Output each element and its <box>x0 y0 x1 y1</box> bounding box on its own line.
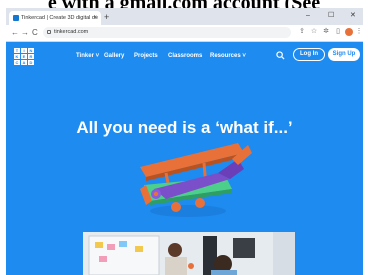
url-input[interactable]: tinkercad.com <box>43 27 291 38</box>
minimize-button[interactable]: – <box>306 10 310 22</box>
logo-letter: T <box>14 48 20 53</box>
bookmark-icon[interactable]: ☆ <box>310 28 318 36</box>
profile-avatar[interactable] <box>345 28 353 36</box>
browser-window: Tinkercad | Create 3D digital de × + – ☐… <box>6 8 363 275</box>
logo-letter: I <box>21 48 27 53</box>
nav-projects[interactable]: Projects <box>134 53 158 59</box>
logo-letter: A <box>21 60 27 65</box>
toy-airplane-illustration <box>140 143 252 217</box>
search-icon[interactable] <box>276 51 285 60</box>
nav-classrooms[interactable]: Classrooms <box>168 53 202 59</box>
extensions-icon[interactable]: ✲ <box>322 28 330 36</box>
close-tab-icon[interactable]: × <box>93 11 97 25</box>
sidebar-icon[interactable]: ▯ <box>334 28 342 36</box>
signup-button[interactable]: Sign Up <box>328 48 360 61</box>
tab-bar: Tinkercad | Create 3D digital de × + – ☐… <box>6 8 363 25</box>
favicon-icon <box>13 15 19 21</box>
url-text: tinkercad.com <box>54 29 89 35</box>
logo-letter: D <box>28 60 34 65</box>
classroom-photo <box>83 232 295 275</box>
nav-tinker[interactable]: Tinker ˅ <box>76 53 99 59</box>
reload-button[interactable]: C <box>32 27 38 39</box>
address-bar-row: ← → C tinkercad.com ⇪ ☆ ✲ ▯ ⋮ <box>6 25 363 42</box>
maximize-button[interactable]: ☐ <box>328 10 334 22</box>
menu-icon[interactable]: ⋮ <box>355 28 363 36</box>
logo-letter: K <box>14 54 20 59</box>
new-tab-button[interactable]: + <box>104 10 109 24</box>
tinkercad-logo[interactable]: T I N K E R C A D <box>14 48 34 65</box>
logo-letter: R <box>28 54 34 59</box>
logo-letter: N <box>28 48 34 53</box>
tab-title: Tinkercad | Create 3D digital de <box>21 15 99 21</box>
tinkercad-page: T I N K E R C A D Tinker ˅ Gallery Proje… <box>6 42 363 275</box>
lock-icon <box>47 30 51 34</box>
logo-letter: C <box>14 60 20 65</box>
nav-resources[interactable]: Resources ˅ <box>210 53 246 59</box>
forward-button[interactable]: → <box>21 27 29 39</box>
login-button[interactable]: Log In <box>293 48 325 61</box>
logo-letter: E <box>21 54 27 59</box>
nav-gallery[interactable]: Gallery <box>104 53 124 59</box>
close-window-button[interactable]: ✕ <box>350 10 356 22</box>
tab-tinkercad[interactable]: Tinkercad | Create 3D digital de × <box>9 11 101 25</box>
back-button[interactable]: ← <box>11 27 19 39</box>
classroom-scene-image <box>83 232 295 275</box>
share-icon[interactable]: ⇪ <box>298 28 306 36</box>
